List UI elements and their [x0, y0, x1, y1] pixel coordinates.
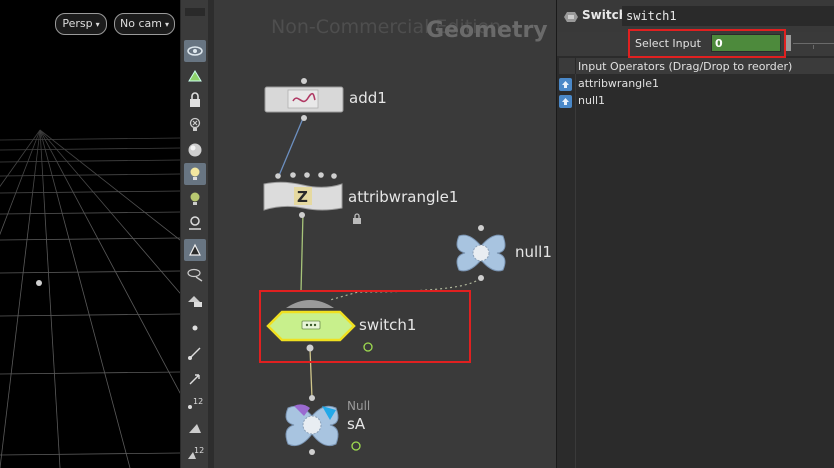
lock-icon[interactable]: [184, 89, 206, 111]
svg-text:12: 12: [193, 397, 203, 406]
select-input-label: Select Input: [635, 37, 701, 50]
ghost-display-icon[interactable]: [184, 239, 206, 261]
snapping-icon[interactable]: [184, 212, 206, 234]
node-add1-label: add1: [349, 89, 387, 107]
chevron-down-icon: ▾: [95, 20, 100, 29]
svg-text:12: 12: [194, 446, 204, 455]
node-type-label: Switch: [582, 8, 628, 22]
display-options-icon[interactable]: [184, 289, 206, 311]
normal-display-icon[interactable]: [184, 342, 206, 364]
null-sop-icon: [456, 225, 506, 281]
node-attribwrangle1[interactable]: Z: [262, 170, 344, 224]
slider-handle[interactable]: [786, 35, 791, 51]
vector-display-icon[interactable]: [184, 367, 206, 389]
svg-text:Z: Z: [297, 188, 308, 206]
light-bulb-icon[interactable]: [184, 163, 206, 185]
parameter-header: Switch switch1: [557, 0, 834, 32]
network-editor[interactable]: Non-Commercial Edition Geometry add1 Z a…: [208, 0, 556, 468]
list-header-corner: [559, 58, 576, 74]
persp-menu-button[interactable]: Persp ▾: [55, 13, 107, 35]
select-geometry-icon[interactable]: [184, 65, 206, 87]
sphere-shading-icon[interactable]: [184, 139, 206, 161]
wrangle-sop-icon: Z: [263, 172, 343, 218]
visibility-toggle-icon[interactable]: [184, 264, 206, 286]
null-sop-icon: [285, 395, 339, 455]
scene-viewport[interactable]: Persp ▾ No cam ▾: [0, 0, 180, 468]
node-add1[interactable]: [264, 78, 344, 128]
switch-node-highlight: [259, 290, 471, 363]
input-list-item[interactable]: null1: [559, 92, 834, 109]
list-column-divider: [575, 74, 576, 468]
strip-handle[interactable]: [185, 8, 205, 16]
node-sA-status-icon: [351, 436, 361, 455]
chevron-down-icon: ▾: [164, 20, 169, 29]
input-name: attribwrangle1: [578, 77, 659, 90]
add-sop-icon: [264, 78, 344, 121]
slider-track[interactable]: [793, 43, 834, 44]
lock-icon: [352, 209, 362, 228]
viewport-tool-strip: 12 12: [180, 0, 209, 468]
point-display-icon[interactable]: [184, 317, 206, 339]
persp-label: Persp: [62, 17, 93, 30]
node-sA-label: sA: [347, 415, 366, 433]
camera-menu-button[interactable]: No cam ▾: [114, 13, 175, 35]
ground-grid: [0, 0, 180, 468]
arrow-up-icon: [559, 94, 572, 108]
arrow-up-icon: [559, 77, 572, 91]
node-sA[interactable]: [282, 394, 344, 460]
select-input-field[interactable]: 0: [711, 34, 781, 52]
camera-label: No cam: [120, 17, 162, 30]
node-name-field[interactable]: switch1: [622, 6, 834, 26]
select-input-row: Select Input 0: [557, 29, 834, 58]
switch-node-icon[interactable]: [562, 9, 580, 28]
prim-display-icon[interactable]: [184, 417, 206, 439]
headlight-icon[interactable]: [184, 188, 206, 210]
input-list-header: Input Operators (Drag/Drop to reorder): [559, 58, 834, 74]
origin-marker: [36, 280, 42, 286]
input-name: null1: [578, 94, 606, 107]
node-sA-type: Null: [347, 399, 371, 413]
node-null1-label: null1: [515, 243, 552, 261]
eye-icon[interactable]: [184, 40, 206, 62]
node-attribwrangle1-label: attribwrangle1: [348, 188, 459, 206]
network-divider[interactable]: [208, 0, 214, 468]
input-list-item[interactable]: attribwrangle1: [559, 75, 834, 92]
node-null1[interactable]: [451, 224, 511, 288]
point-number-icon[interactable]: 12: [184, 392, 206, 414]
parameter-pane: Switch switch1 Select Input 0 Input Oper…: [556, 0, 834, 468]
light-off-icon[interactable]: [184, 114, 206, 136]
prim-number-icon[interactable]: 12: [184, 442, 206, 464]
slider-tick: [813, 45, 814, 49]
input-list-title: Input Operators (Drag/Drop to reorder): [578, 60, 793, 73]
